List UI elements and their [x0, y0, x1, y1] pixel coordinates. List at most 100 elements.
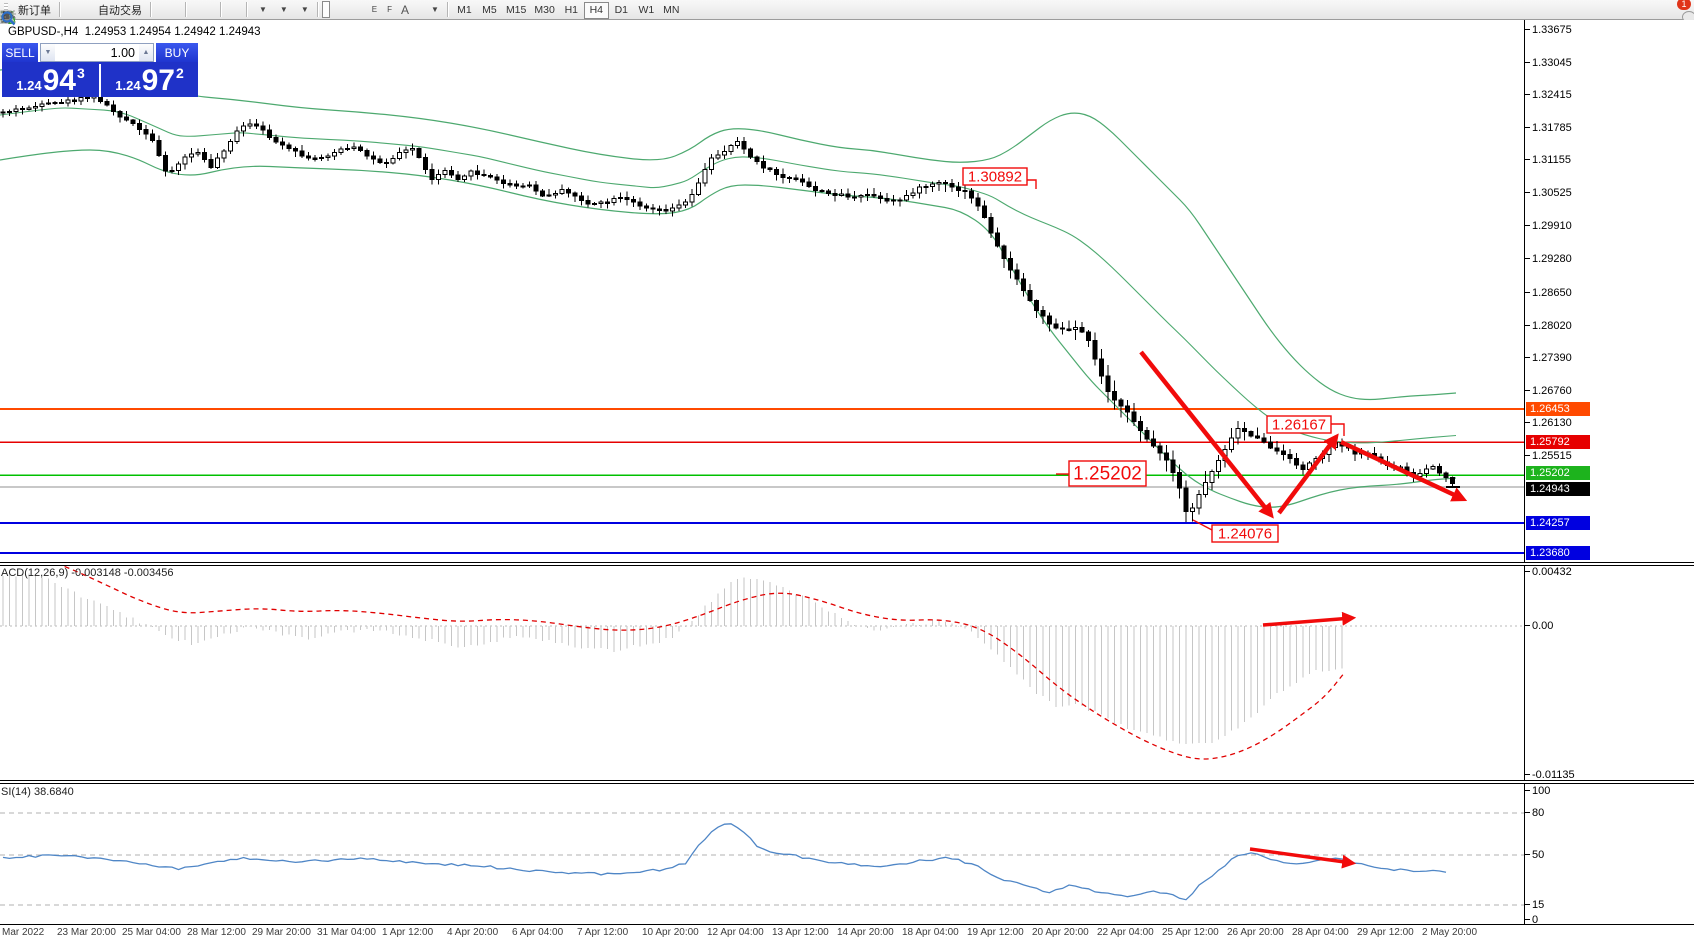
rsi-pane-separator[interactable] [0, 780, 1694, 784]
one-click-trading-panel: SELL ▼ ▲ BUY 1.24 94 3 1.24 97 2 [2, 43, 198, 97]
time-axis-label: 19 Apr 12:00 [967, 927, 1024, 937]
line-chart-button[interactable] [173, 1, 181, 18]
axis-tick-label: 1.25515 [1532, 450, 1572, 462]
timeframe-button-D1[interactable]: D1 [609, 2, 634, 19]
rsi-trend-arrow[interactable] [1250, 849, 1352, 863]
axis-tick-label: 1.26130 [1532, 417, 1572, 429]
period-selector-button[interactable]: ▼ [272, 1, 292, 18]
price-callout[interactable]: 1.26167 [1267, 416, 1344, 436]
timeframe-button-H4[interactable]: H4 [584, 2, 609, 19]
new-order-button[interactable]: 新订单 [11, 1, 55, 18]
toolbar: 新订单 自动交易 ▼ ▼ ▼ E F A T ▼ [0, 0, 1694, 20]
buy-price-display[interactable]: 1.24 97 2 [101, 64, 198, 97]
crosshair-button[interactable] [331, 1, 339, 18]
svg-text:1.25202: 1.25202 [1073, 464, 1142, 485]
zoom-in-button[interactable] [190, 1, 198, 18]
price-axis[interactable]: 1.336751.330451.324151.317851.311551.305… [1524, 20, 1694, 925]
rsi-pane-canvas[interactable] [0, 784, 1524, 924]
price-level-badge: 1.25792 [1526, 435, 1590, 449]
buy-price-big: 97 [142, 66, 175, 96]
fibonacci-label: F [387, 5, 392, 14]
svg-text:1.24076: 1.24076 [1218, 525, 1272, 542]
fibonacci-button[interactable]: F [382, 1, 396, 18]
text-label-button[interactable]: T [414, 1, 422, 18]
zoom-out-button[interactable] [199, 1, 207, 18]
svg-text:1.26167: 1.26167 [1272, 416, 1326, 433]
templates-button[interactable]: ▼ [293, 1, 313, 18]
buy-price-sup: 2 [176, 65, 184, 81]
timeframe-button-W1[interactable]: W1 [634, 2, 659, 19]
time-axis-label: 6 Apr 04:00 [512, 927, 563, 937]
svg-text:1.30892: 1.30892 [968, 168, 1022, 185]
cursor-button[interactable] [322, 1, 330, 18]
axis-tick-label: 1.27390 [1532, 352, 1572, 364]
trendline-button[interactable] [358, 1, 366, 18]
volume-decrease-button[interactable]: ▼ [41, 44, 55, 61]
time-axis-label: Mar 2022 [2, 927, 44, 937]
volume-input[interactable] [55, 44, 139, 61]
axis-tick-label: 1.29280 [1532, 253, 1572, 265]
market-profile-button[interactable] [73, 1, 81, 18]
price-chart-canvas[interactable]: 1.30892 1.26167 1.25202 1.24076 [0, 20, 1524, 563]
macd-pane-canvas[interactable] [0, 566, 1524, 780]
time-axis-label: 1 Apr 12:00 [382, 927, 433, 937]
sell-button[interactable]: SELL [2, 43, 38, 62]
buy-button[interactable]: BUY [156, 43, 198, 62]
text-tool-glyph: A [401, 3, 409, 17]
time-axis-label: 18 Apr 04:00 [902, 927, 959, 937]
timeframe-button-MN[interactable]: MN [659, 2, 684, 19]
volume-stepper: ▼ ▲ [40, 43, 154, 62]
arrows-tool-button[interactable]: ▼ [423, 1, 443, 18]
axis-tick-label: 1.26760 [1532, 385, 1572, 397]
candlestick-chart-button[interactable] [164, 1, 172, 18]
time-axis-label: 22 Apr 04:00 [1097, 927, 1154, 937]
charts-popup-button[interactable] [64, 1, 72, 18]
chevron-down-icon: ▼ [259, 5, 267, 14]
sell-price-big: 94 [43, 66, 76, 96]
toolbar-right-group: 1 [1668, 1, 1694, 18]
tile-windows-button[interactable] [208, 1, 216, 18]
vertical-line-button[interactable] [340, 1, 348, 18]
chevron-down-icon: ▼ [431, 5, 439, 14]
price-callout[interactable]: 1.30892 [963, 168, 1036, 189]
time-axis-label: 13 Apr 12:00 [772, 927, 829, 937]
axis-tick-label: 0.00 [1532, 620, 1553, 632]
timeframe-button-H1[interactable]: H1 [559, 2, 584, 19]
axis-tick-label: 1.32415 [1532, 89, 1572, 101]
auto-scroll-button[interactable] [234, 1, 242, 18]
chevron-down-icon: ▼ [280, 5, 288, 14]
time-axis-label: 2 May 20:00 [1422, 927, 1477, 937]
timeframe-button-M15[interactable]: M15 [502, 2, 530, 19]
auto-trading-button[interactable]: 自动交易 [91, 1, 146, 18]
axis-tick-label: 1.31785 [1532, 122, 1572, 134]
axis-tick-label: 15 [1532, 899, 1544, 911]
timeframe-button-M1[interactable]: M1 [452, 2, 477, 19]
timeframe-button-M5[interactable]: M5 [477, 2, 502, 19]
time-axis-label: 31 Mar 04:00 [317, 927, 376, 937]
price-level-badge: 1.25202 [1526, 466, 1590, 480]
notifications-button[interactable]: 1 [1680, 1, 1688, 18]
axis-tick-label: 1.33675 [1532, 24, 1572, 36]
price-callout[interactable]: 1.25202 [1056, 461, 1146, 486]
time-axis-label: 26 Apr 20:00 [1227, 927, 1284, 937]
equidistant-channel-button[interactable]: E [367, 1, 381, 18]
sell-price-small: 1.24 [16, 78, 41, 93]
new-chart-button[interactable]: ▼ [251, 1, 271, 18]
time-axis-label: 14 Apr 20:00 [837, 927, 894, 937]
shift-chart-end-button[interactable] [225, 1, 233, 18]
volume-increase-button[interactable]: ▲ [139, 44, 153, 61]
macd-trend-arrow[interactable] [1263, 618, 1352, 625]
buy-price-small: 1.24 [115, 78, 140, 93]
time-axis-label: 28 Mar 12:00 [187, 927, 246, 937]
horizontal-line-button[interactable] [349, 1, 357, 18]
text-button[interactable]: A [397, 1, 413, 18]
macd-pane-separator[interactable] [0, 562, 1694, 566]
sell-price-display[interactable]: 1.24 94 3 [2, 64, 99, 97]
bar-chart-button[interactable] [155, 1, 163, 18]
signals-button[interactable] [82, 1, 90, 18]
search-button[interactable] [1668, 1, 1676, 18]
axis-tick-label: 1.28650 [1532, 287, 1572, 299]
axis-tick-label: 100 [1532, 785, 1550, 797]
timeframe-button-M30[interactable]: M30 [530, 2, 558, 19]
time-axis-label: 29 Mar 20:00 [252, 927, 311, 937]
